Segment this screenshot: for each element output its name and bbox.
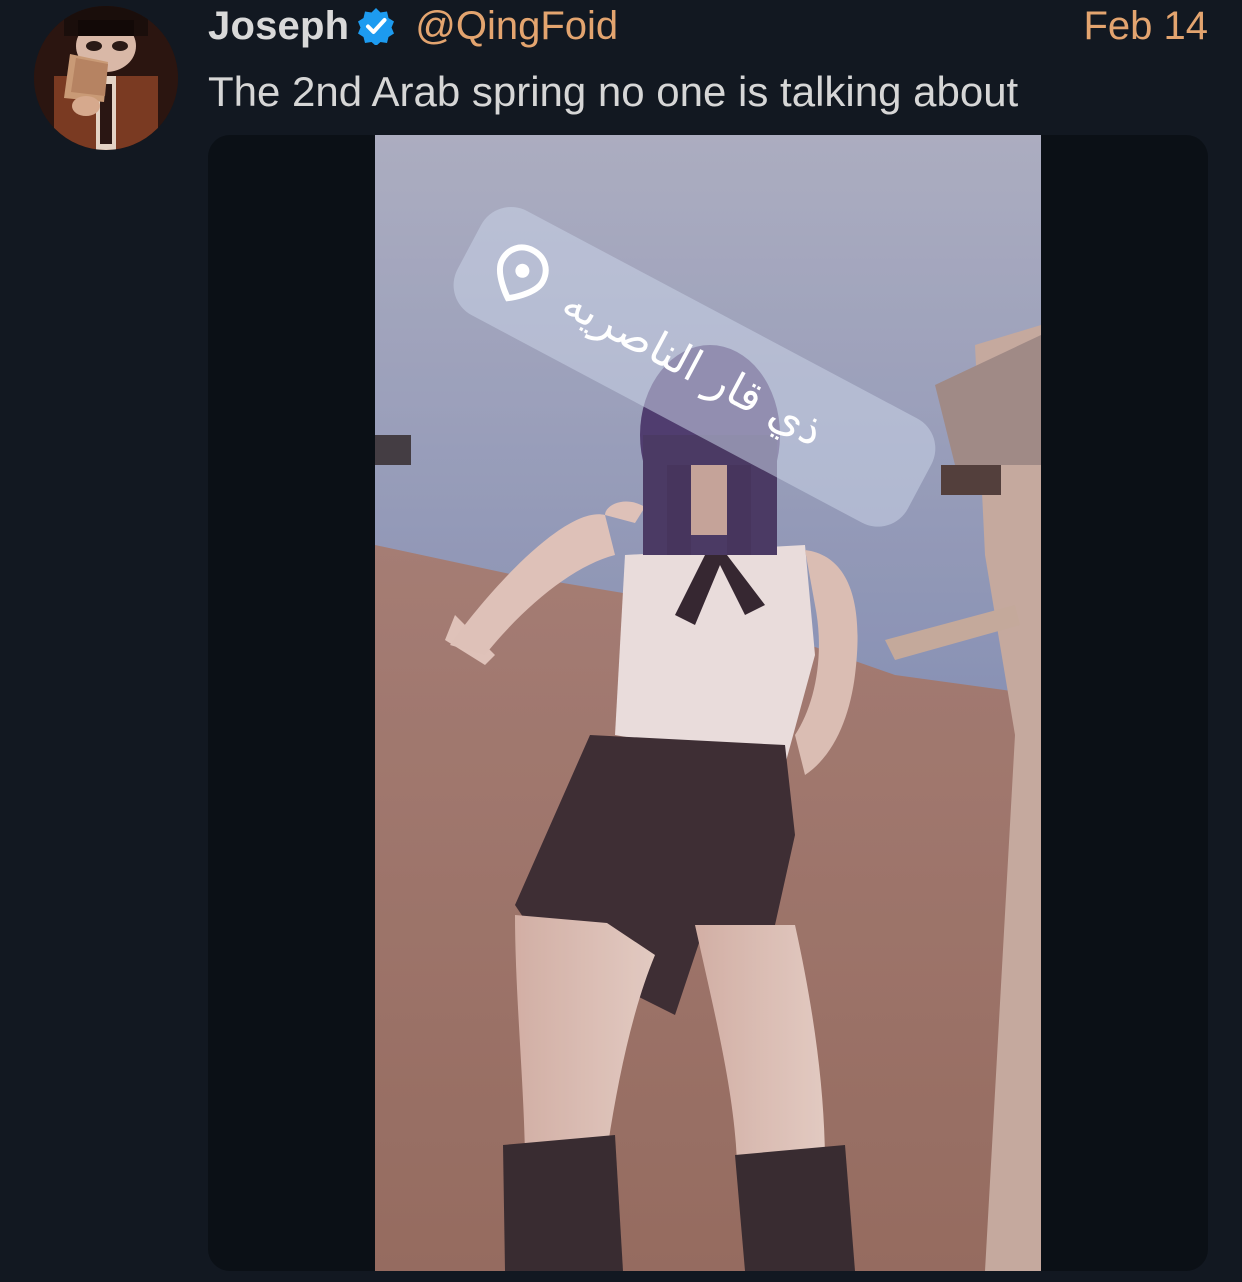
media-container[interactable]: ذي قار الناصريه [208,135,1208,1271]
tweet-photo[interactable]: ذي قار الناصريه [375,135,1041,1271]
tweet-date[interactable]: Feb 14 [1083,2,1208,50]
location-pin-icon [481,234,560,315]
user-handle[interactable]: @QingFoid [415,4,618,49]
display-name[interactable]: Joseph [208,4,349,49]
avatar[interactable] [34,6,178,150]
tweet-text: The 2nd Arab spring no one is talking ab… [208,68,1019,115]
verified-badge-icon [357,7,395,45]
tweet-header: Joseph @QingFoid Feb 14 [208,2,1208,50]
tweet-card: Joseph @QingFoid Feb 14 The 2nd Arab spr… [0,0,1242,1282]
